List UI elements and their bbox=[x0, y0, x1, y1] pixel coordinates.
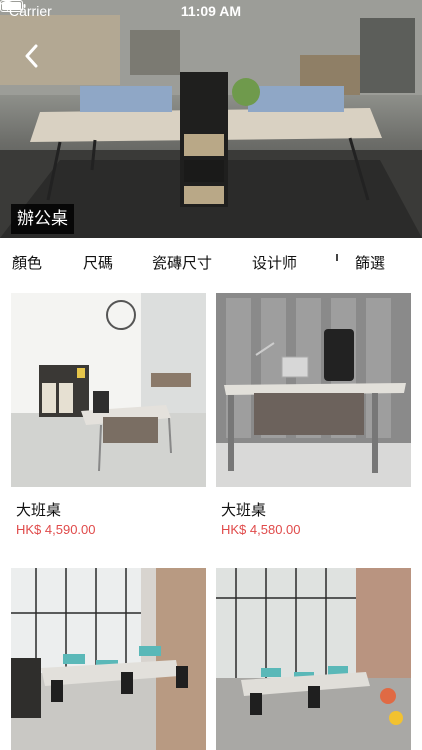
category-title: 辦公桌 bbox=[11, 204, 74, 234]
filter-button[interactable]: 篩選 bbox=[355, 252, 385, 273]
product-price: HK$ 4,580.00 bbox=[221, 522, 301, 537]
filter-bar: 顏色 尺碼 瓷磚尺寸 设计师 篩選 bbox=[0, 238, 422, 283]
battery-icon bbox=[0, 0, 26, 12]
product-card[interactable] bbox=[216, 568, 411, 750]
filter-tile-size[interactable]: 瓷磚尺寸 bbox=[152, 252, 212, 273]
product-name: 大班桌 bbox=[16, 502, 62, 519]
status-time: 11:09 AM bbox=[180, 3, 242, 19]
executive-desk-photo bbox=[11, 293, 206, 487]
product-image[interactable] bbox=[216, 568, 411, 750]
category-hero-banner: Carrier 11:09 AM 辦公桌 bbox=[0, 0, 422, 238]
filter-color[interactable]: 顏色 bbox=[12, 252, 42, 273]
filter-designer[interactable]: 设计师 bbox=[252, 252, 297, 273]
workstation-desk-photo bbox=[216, 568, 411, 750]
product-image[interactable] bbox=[11, 293, 206, 487]
back-button[interactable] bbox=[24, 44, 52, 74]
product-card[interactable]: 大班桌 HK$ 4,580.00 bbox=[216, 293, 411, 543]
chevron-left-icon bbox=[25, 44, 38, 68]
executive-desk-photo bbox=[216, 293, 411, 487]
product-name: 大班桌 bbox=[221, 502, 267, 519]
product-price: HK$ 4,590.00 bbox=[16, 522, 96, 537]
product-image[interactable] bbox=[216, 293, 411, 487]
status-bar: Carrier 11:09 AM bbox=[0, 0, 422, 24]
workstation-desk-photo bbox=[11, 568, 206, 750]
filter-divider bbox=[335, 254, 339, 267]
filter-size[interactable]: 尺碼 bbox=[83, 252, 113, 273]
office-desk-photo bbox=[0, 0, 422, 238]
product-image[interactable] bbox=[11, 568, 206, 750]
product-card[interactable]: 大班桌 HK$ 4,590.00 bbox=[11, 293, 206, 543]
product-card[interactable] bbox=[11, 568, 206, 750]
